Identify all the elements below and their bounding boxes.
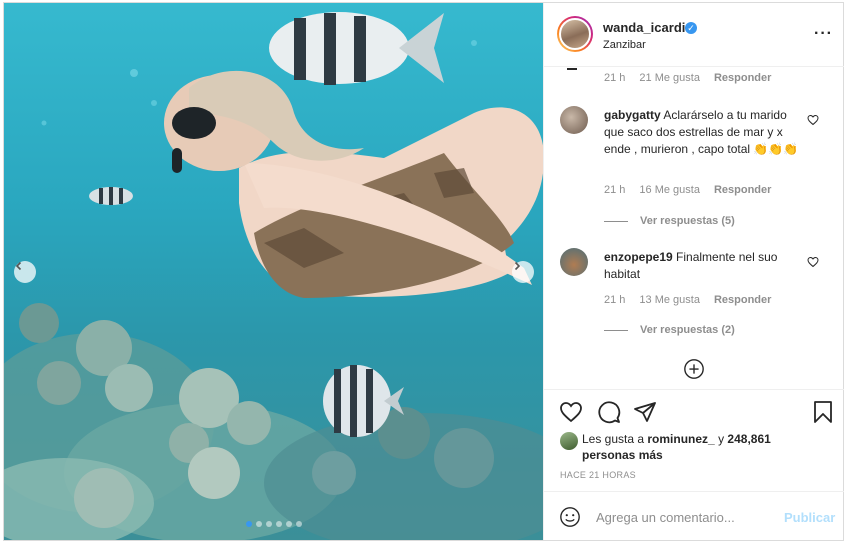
comments-list[interactable]: 21 h 21 Me gusta Responder gabygatty Aclar… [544,68,844,389]
carousel-dot [295,521,302,527]
carousel-dot [265,521,272,527]
carousel-dot [255,521,262,527]
replies-divider [604,220,628,222]
post-comment-button[interactable]: Publicar [784,510,835,525]
post-location[interactable]: Zanzibar [603,39,646,51]
likes-prefix: Les gusta a [582,432,645,446]
next-photo-button[interactable] [512,261,534,283]
post-timestamp[interactable]: HACE 21 HORAS [560,470,636,480]
comment-likes[interactable]: 13 Me gusta [639,294,700,306]
paper-plane-icon[interactable] [633,400,657,424]
reply-button[interactable]: Responder [714,294,771,306]
carousel-dot [285,521,292,527]
bookmark-icon[interactable] [812,400,834,424]
comment-heart-icon[interactable] [807,256,819,268]
likes-text: Les gusta a rominunez_ y 248,861 persona… [582,431,812,463]
view-replies-button[interactable]: Ver respuestas (5) [604,215,735,227]
comment-likes[interactable]: 21 Me gusta [639,72,700,84]
comment-meta: 21 h 21 Me gusta Responder [604,72,785,84]
carousel-dot [245,521,252,527]
liker-username[interactable]: rominunez_ [647,432,714,446]
post-side-panel: wanda_icardi ✓ Zanzibar ··· 21 h 21 Me gu… [543,3,844,540]
prev-photo-button[interactable] [14,261,36,283]
comment-time: 21 h [604,294,626,306]
verified-badge-icon: ✓ [685,22,697,34]
comment-meta: 21 h 16 Me gusta Responder [604,184,785,196]
view-replies-button[interactable]: Ver respuestas (2) [604,324,735,336]
comment-tail-icon [567,68,577,70]
more-options-icon[interactable]: ··· [814,25,833,43]
chevron-left-icon [15,261,22,271]
comment-time: 21 h [604,184,626,196]
action-bar [544,389,844,433]
reply-button[interactable]: Responder [714,72,771,84]
commenter-avatar[interactable] [560,248,588,276]
carousel-indicator [4,521,543,527]
comment-body: gabygatty Aclarárselo a tu marido que sa… [604,107,804,158]
plus-circle-icon[interactable] [683,358,705,380]
view-replies-label: Ver respuestas (5) [640,215,735,227]
comment-likes[interactable]: 16 Me gusta [639,184,700,196]
reply-button[interactable]: Responder [714,184,771,196]
author-avatar[interactable] [557,16,593,52]
commenter-avatar[interactable] [560,106,588,134]
comment-body: enzopepe19 Finalmente nel suo habitat [604,249,804,283]
post-header: wanda_icardi ✓ Zanzibar ··· [544,3,844,67]
author-username[interactable]: wanda_icardi [603,20,685,35]
post-photo[interactable] [4,3,543,540]
post-frame: wanda_icardi ✓ Zanzibar ··· 21 h 21 Me gu… [3,2,844,541]
carousel-dot [275,521,282,527]
add-comment-bar: Publicar [544,491,844,540]
commenter-username[interactable]: gabygatty [604,108,661,122]
commenter-username[interactable]: enzopepe19 [604,250,673,264]
likes-join: y [718,432,725,446]
smiley-icon[interactable] [559,506,581,528]
liker-avatar[interactable] [560,432,578,450]
heart-icon[interactable] [559,400,583,424]
comment-heart-icon[interactable] [807,114,819,126]
view-replies-label: Ver respuestas (2) [640,324,735,336]
comment-icon[interactable] [597,400,621,424]
underwater-photo [4,12,543,540]
chevron-right-icon [514,261,521,271]
comment-time: 21 h [604,72,626,84]
replies-divider [604,329,628,331]
comment-input[interactable] [596,506,776,528]
comment-meta: 21 h 13 Me gusta Responder [604,294,785,306]
